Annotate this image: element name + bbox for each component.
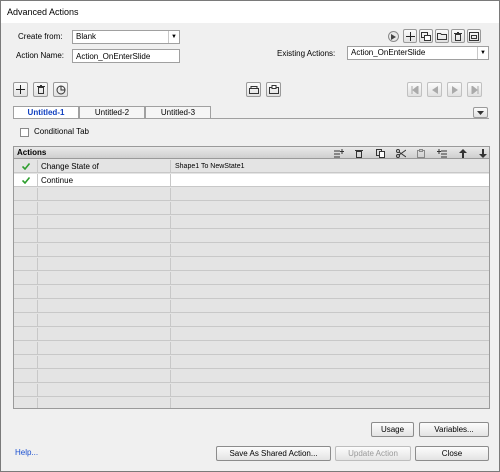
table-row[interactable] bbox=[14, 356, 489, 369]
target-cell[interactable] bbox=[171, 174, 489, 187]
update-action-button[interactable]: Update Action bbox=[335, 446, 411, 461]
chevron-down-icon bbox=[477, 110, 484, 115]
copy-row-icon[interactable] bbox=[375, 148, 385, 158]
delete-tab-icon[interactable] bbox=[33, 82, 48, 97]
action-cell[interactable]: Change State of bbox=[38, 160, 171, 173]
tab-list-dropdown[interactable] bbox=[473, 107, 488, 118]
window-title: Advanced Actions bbox=[1, 1, 499, 23]
actions-grid-title: Actions bbox=[17, 148, 47, 157]
chevron-down-icon: ▼ bbox=[168, 31, 179, 43]
table-row[interactable] bbox=[14, 384, 489, 397]
table-row[interactable] bbox=[14, 202, 489, 215]
first-tab-icon[interactable] bbox=[407, 82, 422, 97]
paste-row-icon[interactable] bbox=[416, 148, 426, 158]
folder-icon[interactable] bbox=[435, 29, 449, 43]
actions-grid-header: Actions bbox=[14, 147, 489, 159]
existing-actions-select[interactable]: Action_OnEnterSlide ▼ bbox=[347, 46, 489, 60]
conditional-tab-label: Conditional Tab bbox=[34, 127, 90, 136]
advanced-actions-dialog: Advanced Actions Create from: Blank ▼ Ac… bbox=[0, 0, 500, 472]
table-row[interactable] bbox=[14, 300, 489, 313]
table-row[interactable]: Continue bbox=[14, 174, 489, 187]
action-cell[interactable]: Continue bbox=[38, 174, 171, 187]
row-check bbox=[14, 174, 38, 187]
duplicate-action-icon[interactable] bbox=[419, 29, 433, 43]
table-row[interactable] bbox=[14, 328, 489, 341]
create-from-label: Create from: bbox=[18, 32, 63, 41]
next-tab-icon[interactable] bbox=[447, 82, 462, 97]
delete-action-icon[interactable] bbox=[451, 29, 465, 43]
copy-tab-icon[interactable] bbox=[246, 82, 261, 97]
delete-row-icon[interactable] bbox=[354, 148, 364, 158]
close-button[interactable]: Close bbox=[415, 446, 489, 461]
previous-tab-icon[interactable] bbox=[427, 82, 442, 97]
chevron-down-icon: ▼ bbox=[477, 47, 488, 59]
existing-actions-label: Existing Actions: bbox=[277, 49, 336, 58]
insert-row-below-icon[interactable] bbox=[437, 148, 447, 158]
table-row[interactable] bbox=[14, 258, 489, 271]
move-up-icon[interactable] bbox=[458, 148, 468, 158]
table-row[interactable] bbox=[14, 244, 489, 257]
action-name-label: Action Name: bbox=[16, 51, 65, 60]
target-cell[interactable]: Shape1 To NewState1 bbox=[171, 160, 489, 173]
check-icon bbox=[21, 177, 30, 184]
table-row[interactable] bbox=[14, 370, 489, 383]
table-row[interactable] bbox=[14, 398, 489, 408]
actions-grid: Actions Change State of Shape1 To NewSta… bbox=[13, 146, 490, 409]
tab-divider bbox=[13, 118, 489, 119]
usage-button[interactable]: Usage bbox=[371, 422, 414, 437]
action-name-input[interactable] bbox=[72, 49, 180, 63]
check-column-header bbox=[14, 160, 38, 173]
export-action-icon[interactable] bbox=[467, 29, 481, 43]
table-row[interactable] bbox=[14, 272, 489, 285]
table-row[interactable] bbox=[14, 216, 489, 229]
move-down-icon[interactable] bbox=[478, 148, 488, 158]
table-row[interactable] bbox=[14, 230, 489, 243]
check-icon bbox=[21, 163, 30, 170]
last-tab-icon[interactable] bbox=[467, 82, 482, 97]
conditional-tab-checkbox[interactable] bbox=[20, 128, 29, 137]
preview-play-icon[interactable] bbox=[388, 31, 399, 42]
paste-tab-icon[interactable] bbox=[266, 82, 281, 97]
help-link[interactable]: Help... bbox=[15, 447, 38, 459]
create-from-select[interactable]: Blank ▼ bbox=[72, 30, 180, 44]
create-from-value: Blank bbox=[76, 32, 97, 41]
duplicate-tab-icon[interactable] bbox=[53, 82, 68, 97]
table-row[interactable] bbox=[14, 314, 489, 327]
table-row[interactable] bbox=[14, 188, 489, 201]
cut-row-icon[interactable] bbox=[396, 148, 406, 158]
existing-actions-value: Action_OnEnterSlide bbox=[351, 48, 426, 57]
save-as-shared-action-button[interactable]: Save As Shared Action... bbox=[216, 446, 331, 461]
grid-column-header: Change State of Shape1 To NewState1 bbox=[14, 160, 489, 173]
insert-row-icon[interactable] bbox=[334, 148, 344, 158]
variables-button[interactable]: Variables... bbox=[419, 422, 489, 437]
table-row[interactable] bbox=[14, 286, 489, 299]
add-action-icon[interactable] bbox=[403, 29, 417, 43]
add-tab-icon[interactable] bbox=[13, 82, 28, 97]
table-row[interactable] bbox=[14, 342, 489, 355]
